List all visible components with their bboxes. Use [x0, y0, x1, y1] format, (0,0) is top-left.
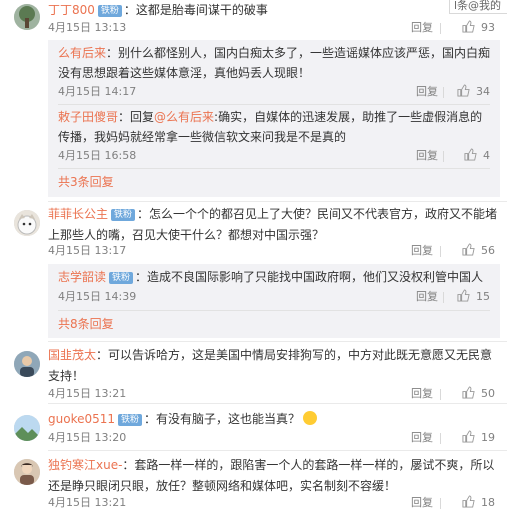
fan-badge[interactable]: 铁粉 — [109, 272, 134, 284]
like-button[interactable]: 19 — [449, 429, 495, 447]
reply-box: 志学韶读 铁粉 ：造成不良国际影响了只能找中国政府啊，他们又没权利管中国人 4月15… — [48, 264, 500, 338]
like-count: 56 — [481, 244, 495, 257]
username-link[interactable]: 么有后来 — [58, 46, 106, 60]
reply-button[interactable]: 回复 — [411, 494, 433, 512]
like-count: 15 — [476, 290, 490, 303]
username-link[interactable]: 国韭茂太 — [48, 348, 96, 362]
like-count: 50 — [481, 387, 495, 400]
divider — [440, 498, 441, 509]
comment-body: ：有没有脑子，这也能当真？ — [144, 412, 301, 426]
reply-button[interactable]: 回复 — [416, 288, 438, 306]
reply-button[interactable]: 回复 — [416, 147, 438, 165]
comment-date: 4月15日 13:20 — [48, 431, 127, 444]
thumbs-up-icon — [462, 495, 475, 508]
cat-avatar-icon[interactable] — [14, 210, 40, 236]
comment-meta: 4月15日 13:17 回复 56 — [48, 242, 495, 260]
comment-date: 4月15日 13:17 — [48, 244, 127, 257]
username-link[interactable]: guoke0511 — [48, 412, 115, 426]
comment-body: ：这都是胎毒间谋干的破事 — [123, 3, 268, 17]
like-count: 19 — [481, 431, 495, 444]
sub-reply-text: 么有后来：别什么都怪别人，国内白痴太多了，一些造谣媒体应该严惩，国内白痴没有思想… — [58, 43, 492, 83]
mention-link[interactable]: @么有后来 — [154, 110, 214, 124]
reply-divider — [58, 104, 490, 105]
comment-text: 独钓寒江xue-：套路一样一样的，跟陷害一个人的套路一样一样的，屡试不爽，所以还… — [48, 455, 500, 497]
reply-date: 4月15日 16:58 — [58, 149, 137, 162]
divider — [440, 433, 441, 444]
thumbs-up-icon — [462, 430, 475, 443]
sub-reply-text: 志学韶读 铁粉 ：造成不良国际影响了只能找中国政府啊，他们又没权利管中国人 — [58, 267, 492, 287]
comment-text: guoke0511 铁粉 ：有没有脑子，这也能当真？ — [48, 409, 500, 430]
landscape-avatar-icon[interactable] — [14, 415, 40, 441]
username-link[interactable]: 菲菲长公主 — [48, 207, 108, 221]
like-count: 93 — [481, 21, 495, 34]
divider — [440, 23, 441, 34]
reply-button[interactable]: 回复 — [411, 429, 433, 447]
fan-badge[interactable]: 铁粉 — [118, 414, 143, 426]
like-button[interactable]: 50 — [449, 385, 495, 403]
comment-date: 4月15日 13:21 — [48, 387, 127, 400]
sub-reply-meta: 4月15日 16:58 回复 4 — [58, 147, 490, 165]
username-link[interactable]: 志学韶读 — [58, 270, 106, 284]
thumbs-up-icon — [462, 386, 475, 399]
person-avatar-icon[interactable] — [14, 351, 40, 377]
comment-text: 国韭茂太：可以告诉哈方，这是美国中情局安排狗写的，中方对此既无意愿又无民意支持！ — [48, 345, 500, 387]
thumbs-up-icon — [462, 20, 475, 33]
like-button[interactable]: 93 — [449, 19, 495, 37]
username-link[interactable]: 丁丁800 — [48, 3, 95, 17]
reply-divider — [58, 168, 490, 169]
comment-divider — [48, 201, 507, 202]
like-count: 18 — [481, 496, 495, 509]
comment-meta: 4月15日 13:21 回复 50 — [48, 385, 495, 403]
thumbs-up-icon — [462, 243, 475, 256]
comment-meta: 4月15日 13:21 回复 18 — [48, 494, 495, 512]
comment-divider — [48, 341, 507, 342]
like-button[interactable]: 18 — [449, 494, 495, 512]
fan-badge[interactable]: 铁粉 — [97, 5, 122, 17]
portrait-avatar-icon[interactable] — [14, 459, 40, 485]
comment-body: ：可以告诉哈方，这是美国中情局安排狗写的，中方对此既无意愿又无民意支持！ — [48, 348, 493, 383]
comment-meta: 4月15日 13:20 回复 19 — [48, 429, 495, 447]
comment-divider — [48, 450, 507, 451]
comment-date: 4月15日 13:21 — [48, 496, 127, 509]
comment-meta: 4月15日 13:13 回复 93 — [48, 19, 495, 37]
more-replies-link[interactable]: 共8条回复 — [58, 315, 114, 333]
like-count: 4 — [483, 149, 490, 162]
like-button[interactable]: 56 — [449, 242, 495, 260]
sub-reply-text: 敕子田傻哥：回复@么有后来:确实，自媒体的迅速发展，助推了一些虚假消息的传播，我… — [58, 107, 492, 147]
comment-text: 丁丁800 铁粉 ：这都是胎毒间谋干的破事 — [48, 0, 500, 21]
like-button[interactable]: 34 — [444, 83, 490, 101]
like-count: 34 — [476, 85, 490, 98]
reply-button[interactable]: 回复 — [411, 242, 433, 260]
sub-reply-meta: 4月15日 14:39 回复 15 — [58, 288, 490, 306]
thumbs-up-icon — [457, 289, 470, 302]
username-link[interactable]: 敕子田傻哥 — [58, 110, 118, 124]
divider — [440, 389, 441, 400]
reply-divider — [58, 310, 490, 311]
reply-box: 么有后来：别什么都怪别人，国内白痴太多了，一些造谣媒体应该严惩，国内白痴没有思想… — [48, 40, 500, 197]
reply-button[interactable]: 回复 — [411, 19, 433, 37]
reply-button[interactable]: 回复 — [411, 385, 433, 403]
sub-reply-meta: 4月15日 14:17 回复 34 — [58, 83, 490, 101]
fan-badge[interactable]: 铁粉 — [111, 209, 136, 221]
reply-button[interactable]: 回复 — [416, 83, 438, 101]
reply-date: 4月15日 14:17 — [58, 85, 137, 98]
reply-body: ：回复@么有后来:确实，自媒体的迅速发展，助推了一些虚假消息的传播，我妈妈就经常… — [58, 110, 483, 144]
thinking-emoji-icon — [303, 411, 318, 425]
comment-divider — [48, 403, 507, 404]
comment-text: 菲菲长公主 铁粉 ：怎么一个个的都召见上了大使？民间又不代表官方，政府又不能堵上那些… — [48, 204, 500, 246]
reply-body: ：造成不良国际影响了只能找中国政府啊，他们又没权利管中国人 — [135, 270, 484, 284]
like-button[interactable]: 4 — [444, 147, 490, 165]
thumbs-up-icon — [464, 148, 477, 161]
divider — [440, 246, 441, 257]
reply-date: 4月15日 14:39 — [58, 290, 137, 303]
thumbs-up-icon — [457, 84, 470, 97]
like-button[interactable]: 15 — [444, 288, 490, 306]
username-link[interactable]: 独钓寒江xue- — [48, 458, 122, 472]
reply-body: ：别什么都怪别人，国内白痴太多了，一些造谣媒体应该严惩，国内白痴没有思想跟着这些… — [58, 46, 491, 80]
comment-date: 4月15日 13:13 — [48, 21, 127, 34]
more-replies-link[interactable]: 共3条回复 — [58, 173, 114, 191]
tree-avatar-icon[interactable] — [14, 4, 40, 30]
